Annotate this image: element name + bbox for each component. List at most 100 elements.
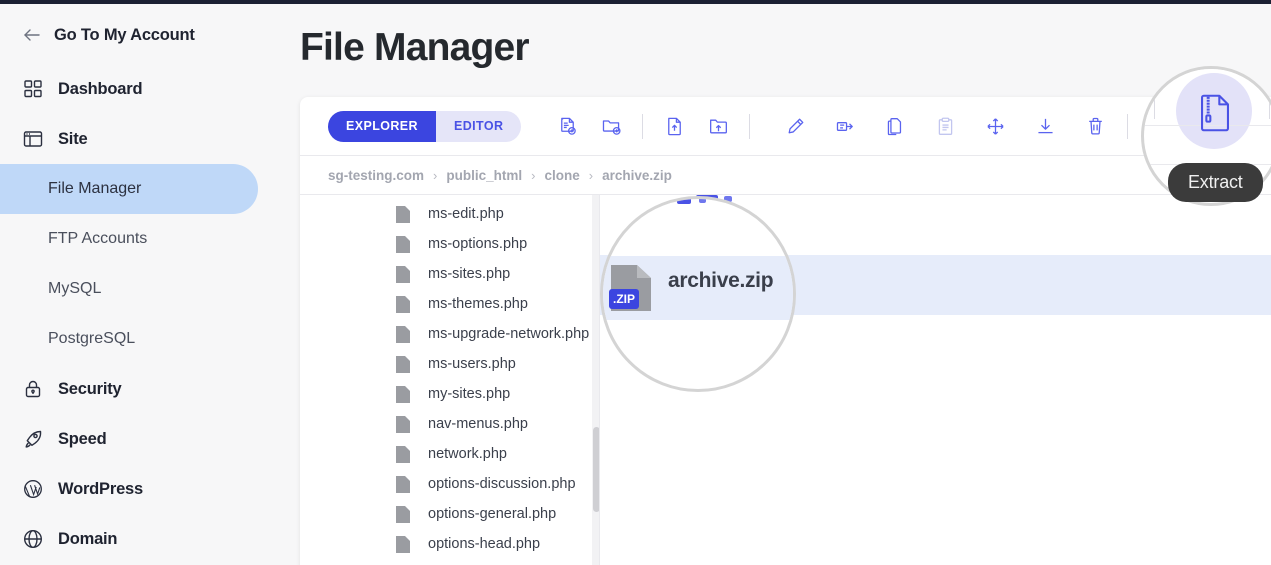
list-item[interactable]: ms-upgrade-network.php [300, 319, 599, 349]
file-name: ms-sites.php [428, 266, 511, 282]
list-item[interactable]: ms-sites.php [300, 259, 599, 289]
globe-icon [22, 528, 44, 550]
edit-button[interactable] [773, 106, 817, 146]
upload-folder-button[interactable] [696, 106, 740, 146]
file-icon [396, 415, 410, 433]
wordpress-icon [22, 478, 44, 500]
page-title: File Manager [300, 26, 530, 69]
file-name: options-general.php [428, 506, 557, 522]
sidebar-nav: Dashboard Site File Manager FTP Accounts [0, 64, 280, 564]
delete-trash-icon [1085, 116, 1106, 137]
magnifier-archive-zip: .ZIP archive.zip [600, 196, 796, 392]
new-folder-button[interactable] [589, 106, 633, 146]
sidebar-item-file-manager[interactable]: File Manager [0, 164, 258, 214]
tab-editor[interactable]: EDITOR [435, 110, 522, 142]
grid-icon [22, 78, 44, 100]
rocket-icon [22, 428, 44, 450]
breadcrumb-separator: › [433, 167, 438, 183]
list-item[interactable]: network.php [300, 439, 599, 469]
file-icon [396, 475, 410, 493]
file-icon [396, 325, 410, 343]
list-item[interactable]: nav-menus.php [300, 409, 599, 439]
sidebar-item-speed[interactable]: Speed [0, 414, 280, 464]
list-item[interactable]: options-discussion.php [300, 469, 599, 499]
sidebar-item-label: Speed [58, 429, 107, 448]
file-icon [396, 295, 410, 313]
list-item[interactable]: options-head.php [300, 529, 599, 559]
download-icon [1035, 116, 1056, 137]
sidebar-item-security[interactable]: Security [0, 364, 280, 414]
paste-button[interactable] [923, 106, 967, 146]
upload-file-button[interactable] [652, 106, 696, 146]
sidebar-item-wordpress[interactable]: WordPress [0, 464, 280, 514]
list-item[interactable]: ms-edit.php [300, 199, 599, 229]
tab-explorer[interactable]: EXPLORER [328, 110, 436, 142]
list-item[interactable]: options-media.php [300, 559, 599, 565]
copy-icon [885, 116, 906, 137]
upload-folder-icon [708, 116, 729, 137]
paste-icon [935, 116, 956, 137]
svg-text:.ZIP: .ZIP [613, 292, 635, 306]
sidebar-item-label: MySQL [48, 280, 102, 297]
sidebar-item-label: Site [58, 129, 88, 148]
file-name: ms-upgrade-network.php [428, 326, 590, 342]
download-button[interactable] [1023, 106, 1067, 146]
sidebar-item-domain[interactable]: Domain [0, 514, 280, 564]
file-icon [396, 445, 410, 463]
sidebar-item-postgresql[interactable]: PostgreSQL [0, 314, 258, 364]
toolbar: EXPLORER EDITOR [300, 97, 1271, 156]
file-list: ms-edit.php ms-options.php ms-sites.php [300, 195, 599, 565]
file-name: ms-edit.php [428, 206, 504, 222]
extract-tooltip: Extract [1168, 163, 1263, 202]
view-mode-toggle[interactable]: EXPLORER EDITOR [328, 110, 522, 142]
file-icon [396, 505, 410, 523]
breadcrumb-item[interactable]: archive.zip [602, 168, 672, 183]
list-item[interactable]: my-sites.php [300, 379, 599, 409]
file-name: options-discussion.php [428, 476, 576, 492]
file-list-scrollbar-thumb[interactable] [593, 427, 599, 512]
sidebar-item-label: FTP Accounts [48, 230, 148, 247]
extract-zip-icon [1196, 91, 1234, 135]
breadcrumb-item[interactable]: public_html [446, 168, 522, 183]
new-folder-icon [601, 116, 622, 137]
list-item[interactable]: ms-themes.php [300, 289, 599, 319]
sidebar-item-site[interactable]: Site [0, 114, 280, 164]
breadcrumb-separator: › [531, 167, 536, 183]
file-name: network.php [428, 446, 507, 462]
sidebar-item-label: Domain [58, 529, 118, 548]
copy-button[interactable] [873, 106, 917, 146]
file-icon [396, 205, 410, 223]
magnified-checkbox [677, 199, 691, 204]
sidebar-item-dashboard[interactable]: Dashboard [0, 64, 280, 114]
file-icon [396, 385, 410, 403]
breadcrumb-item[interactable]: sg-testing.com [328, 168, 424, 183]
delete-button[interactable] [1073, 106, 1117, 146]
sidebar: Go To My Account Dashboard Site File Man… [0, 4, 280, 565]
list-item[interactable]: options-general.php [300, 499, 599, 529]
lock-icon [22, 378, 44, 400]
sidebar-item-label: Dashboard [58, 79, 143, 98]
file-name: ms-users.php [428, 356, 516, 372]
list-item[interactable]: ms-users.php [300, 349, 599, 379]
new-file-button[interactable] [545, 106, 589, 146]
magnified-toolbar-divider [1154, 77, 1155, 119]
sidebar-item-label: Security [58, 379, 122, 398]
magnified-toolbar-divider [1269, 77, 1270, 119]
magnified-file-name: archive.zip [668, 269, 774, 292]
zip-file-icon: .ZIP [609, 263, 653, 313]
rename-button[interactable] [823, 106, 867, 146]
go-to-my-account-link[interactable]: Go To My Account [0, 4, 280, 48]
file-name: options-head.php [428, 536, 541, 552]
edit-pencil-icon [785, 116, 806, 137]
toolbar-divider [642, 113, 644, 139]
file-icon [396, 535, 410, 553]
sidebar-item-mysql[interactable]: MySQL [0, 264, 258, 314]
toolbar-divider [749, 113, 751, 139]
move-button[interactable] [973, 106, 1017, 146]
file-tree-pane: ms-edit.php ms-options.php ms-sites.php [300, 195, 600, 565]
sidebar-item-ftp-accounts[interactable]: FTP Accounts [0, 214, 258, 264]
file-name: nav-menus.php [428, 416, 528, 432]
rename-icon [835, 116, 856, 137]
breadcrumb-item[interactable]: clone [544, 168, 579, 183]
list-item[interactable]: ms-options.php [300, 229, 599, 259]
